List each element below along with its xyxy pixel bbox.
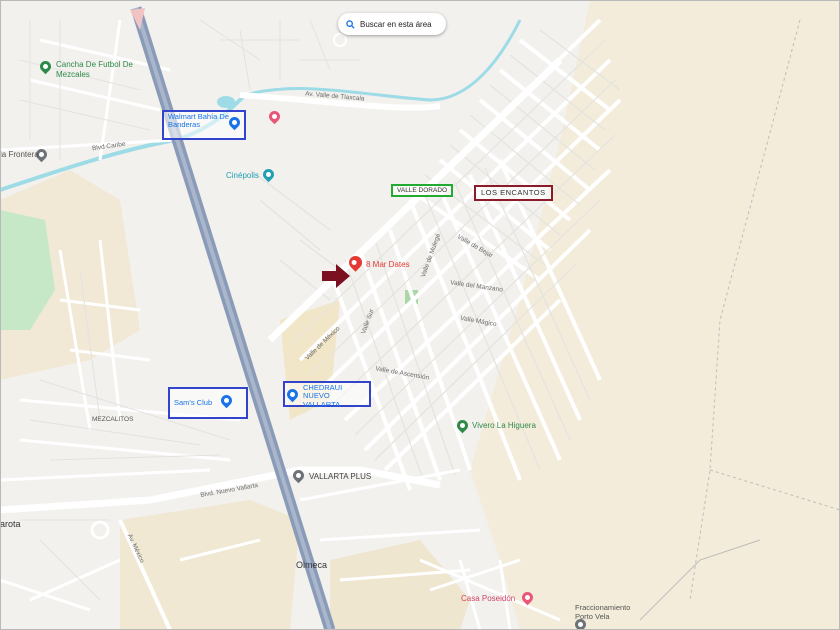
vallarta-plus-label: VALLARTA PLUS xyxy=(309,472,372,481)
search-this-area-button[interactable]: Buscar en esta área xyxy=(338,13,446,35)
casa-poseidon-label: Casa Poseidón xyxy=(461,594,516,603)
chedraui-label: CHEDRAUI NUEVO VALLARTA xyxy=(303,383,343,409)
sams-club-box[interactable]: Sam's Club xyxy=(168,387,248,419)
los-encantos-label: LOS ENCANTOS xyxy=(481,188,546,197)
cinepolis-label: Cinépolis xyxy=(226,171,259,180)
frontera-label: la Frontera xyxy=(0,150,39,159)
walmart-label: Walmart Bahía De Banderas xyxy=(168,112,229,130)
property-label: 8 Mar Dates xyxy=(366,260,410,269)
sams-club-label: Sam's Club xyxy=(174,397,213,407)
valle-dorado-label: VALLE DORADO xyxy=(397,187,448,194)
pointer-arrow-icon xyxy=(322,264,350,288)
search-label: Buscar en esta área xyxy=(360,19,432,29)
valle-dorado-box[interactable]: VALLE DORADO xyxy=(391,184,454,198)
cancha-label: Cancha De Futbol De Mezcales xyxy=(56,60,133,79)
olmeca-label: Olmeca xyxy=(296,560,328,570)
search-icon xyxy=(346,19,355,29)
los-encantos-box[interactable]: LOS ENCANTOS xyxy=(474,185,553,202)
vivero-label: Vivero La Higuera xyxy=(472,421,536,430)
mezcalitos-label: MEZCALITOS xyxy=(92,416,134,423)
area-label-left: arota xyxy=(0,519,21,529)
map-canvas[interactable]: Buscar en esta área Walmart Bahía De Ban… xyxy=(0,0,840,630)
porto-vela-label: Fraccionamiento Porto Vela xyxy=(575,603,631,621)
